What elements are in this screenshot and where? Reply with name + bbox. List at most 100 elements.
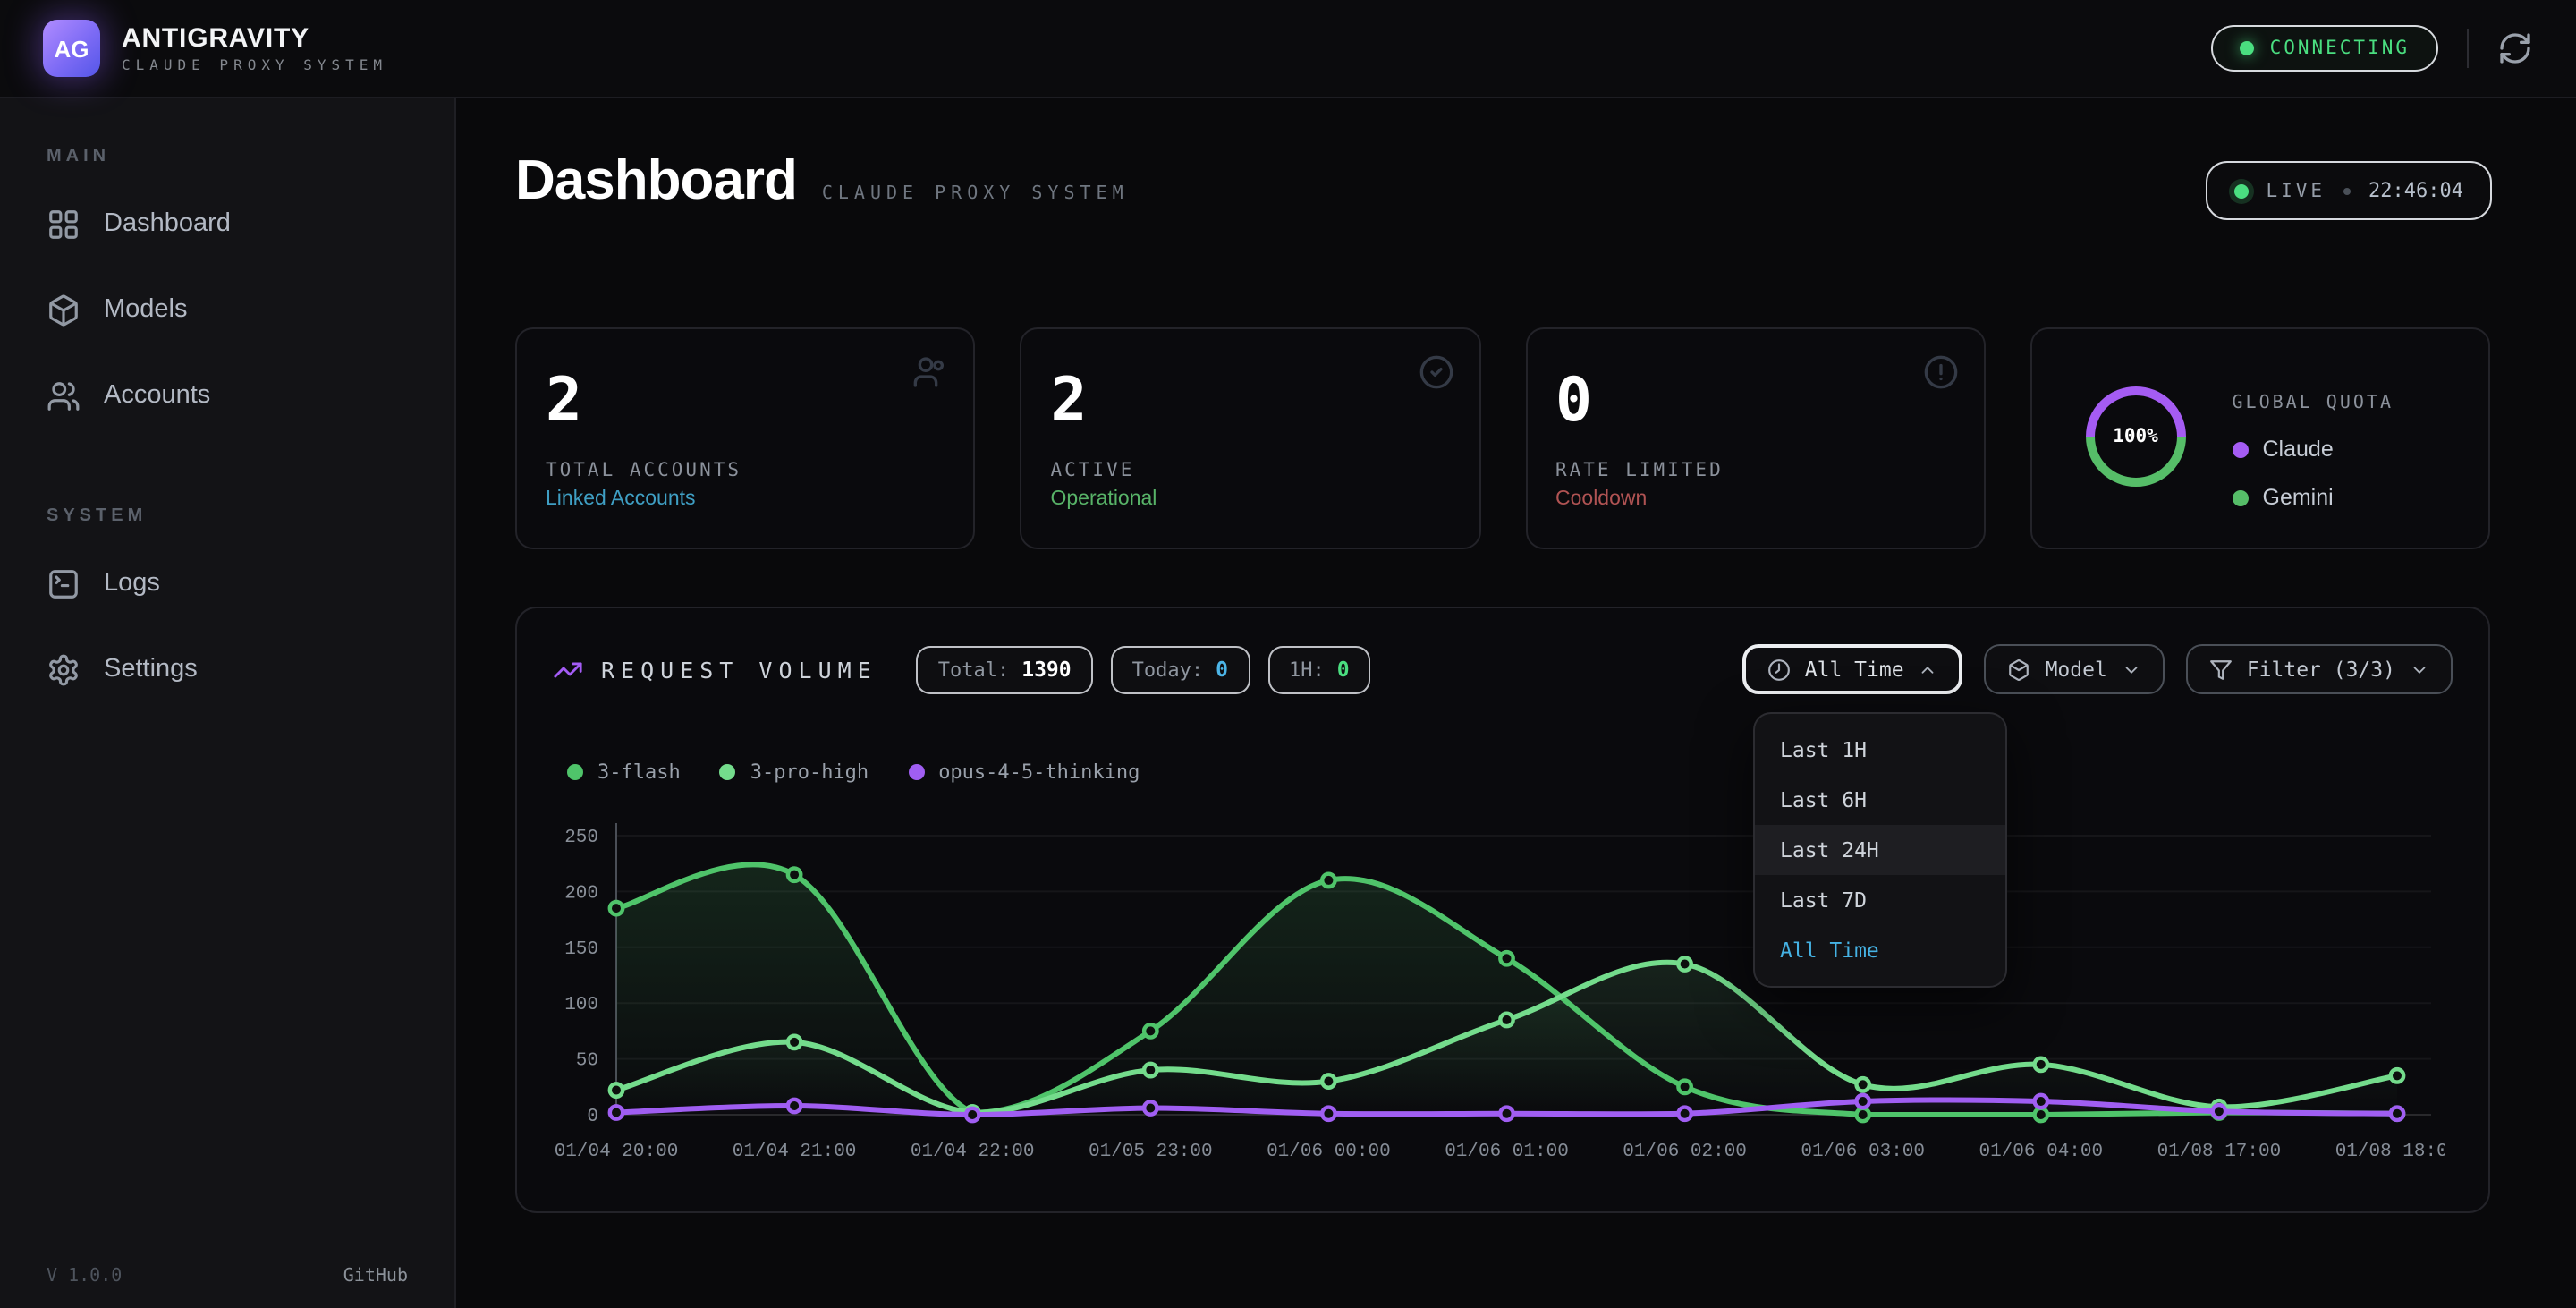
- rate-limited-label: RATE LIMITED: [1555, 460, 1955, 481]
- chart-plot: 05010015020025001/04 20:0001/04 21:0001/…: [553, 802, 2453, 1186]
- page-subtitle: CLAUDE PROXY SYSTEM: [822, 184, 1129, 204]
- card-rate-limited: 0 RATE LIMITED Cooldown: [1525, 327, 1986, 549]
- page-title-row: Dashboard CLAUDE PROXY SYSTEM: [515, 149, 2492, 213]
- check-circle-icon: [1418, 354, 1453, 390]
- rate-limited-sub: Cooldown: [1555, 488, 1955, 510]
- total-accounts-label: TOTAL ACCOUNTS: [546, 460, 945, 481]
- gear-icon: [47, 652, 80, 686]
- app-name: ANTIGRAVITY: [122, 23, 387, 54]
- menu-item-last-1h[interactable]: Last 1H: [1755, 725, 2005, 775]
- filter-button-label: Filter (3/3): [2247, 657, 2395, 682]
- clock-icon: [1767, 658, 1791, 681]
- svg-text:01/06 04:00: 01/06 04:00: [1979, 1142, 2103, 1162]
- quota-legend-gemini: Gemini: [2233, 485, 2394, 510]
- cube-icon: [47, 293, 80, 327]
- time-range-label: All Time: [1805, 657, 1904, 682]
- connection-status-label: CONNECTING: [2270, 38, 2410, 59]
- sidebar-item-dashboard[interactable]: Dashboard: [0, 188, 454, 259]
- claude-dot: [2233, 441, 2249, 457]
- menu-item-all-time[interactable]: All Time: [1755, 925, 2005, 975]
- legend-label: 3-flash: [597, 760, 681, 784]
- sidebar-item-label: Models: [104, 295, 188, 324]
- sidebar-item-label: Dashboard: [104, 209, 231, 238]
- sidebar-item-models[interactable]: Models: [0, 274, 454, 345]
- brand-block: ANTIGRAVITY CLAUDE PROXY SYSTEM: [122, 23, 387, 73]
- total-pill-value: 1390: [1021, 657, 1071, 682]
- time-range-button[interactable]: All Time: [1742, 644, 1963, 694]
- menu-item-last-7d[interactable]: Last 7D: [1755, 875, 2005, 925]
- total-pill-label: Total:: [938, 658, 1010, 681]
- request-volume-card: REQUEST VOLUME Total: 1390 Today: 0 1H: …: [515, 607, 2490, 1213]
- today-pill-label: Today:: [1132, 658, 1204, 681]
- chevron-up-icon: [1919, 659, 1938, 679]
- trending-up-icon: [553, 654, 583, 684]
- connection-status-dot: [2240, 41, 2254, 55]
- sidebar-section-system: SYSTEM: [0, 506, 454, 526]
- app-root: AG ANTIGRAVITY CLAUDE PROXY SYSTEM CONNE…: [0, 0, 2576, 1308]
- live-separator-dot: [2343, 187, 2351, 194]
- funnel-icon: [2209, 658, 2233, 681]
- model-button-label: Model: [2046, 657, 2107, 682]
- live-label: LIVE: [2266, 180, 2326, 201]
- active-sub: Operational: [1051, 488, 1451, 510]
- filter-button[interactable]: Filter (3/3): [2186, 644, 2453, 694]
- svg-text:01/06 03:00: 01/06 03:00: [1801, 1142, 1925, 1162]
- svg-text:01/04 20:00: 01/04 20:00: [555, 1142, 679, 1162]
- quota-ring: 100%: [2082, 383, 2190, 490]
- request-volume-chart: 05010015020025001/04 20:0001/04 21:0001/…: [553, 802, 2445, 1177]
- svg-text:01/04 21:00: 01/04 21:00: [733, 1142, 857, 1162]
- active-label: ACTIVE: [1051, 460, 1451, 481]
- sidebar-item-logs[interactable]: Logs: [0, 548, 454, 619]
- app-subtitle: CLAUDE PROXY SYSTEM: [122, 57, 387, 73]
- active-value: 2: [1051, 370, 1451, 431]
- header-divider: [2467, 29, 2469, 68]
- svg-text:01/04 22:00: 01/04 22:00: [911, 1142, 1035, 1162]
- page-title: Dashboard: [515, 149, 797, 213]
- app-logo-text: AG: [55, 35, 89, 62]
- svg-text:200: 200: [564, 883, 598, 904]
- alert-circle-icon: [1923, 354, 1959, 390]
- github-link[interactable]: GitHub: [343, 1267, 408, 1287]
- sidebar-item-label: Logs: [104, 569, 160, 598]
- chevron-down-icon: [2410, 659, 2429, 679]
- sidebar: MAIN Dashboard Models Accounts SYSTEM: [0, 98, 456, 1308]
- model-button[interactable]: Model: [1985, 644, 2165, 694]
- card-total-accounts: 2 TOTAL ACCOUNTS Linked Accounts: [515, 327, 976, 549]
- svg-text:01/05 23:00: 01/05 23:00: [1089, 1142, 1213, 1162]
- stat-pills: Total: 1390 Today: 0 1H: 0: [917, 645, 1371, 693]
- grid-icon: [47, 207, 80, 241]
- one-hour-pill-value: 0: [1337, 657, 1350, 682]
- one-hour-pill-label: 1H:: [1289, 658, 1325, 681]
- request-volume-title: REQUEST VOLUME: [601, 656, 877, 683]
- svg-text:01/06 02:00: 01/06 02:00: [1623, 1142, 1747, 1162]
- users-icon: [47, 378, 80, 412]
- terminal-icon: [47, 566, 80, 600]
- svg-text:01/08 17:00: 01/08 17:00: [2157, 1142, 2282, 1162]
- menu-item-last-6h[interactable]: Last 6H: [1755, 775, 2005, 825]
- legend-item-3-pro-high: 3-pro-high: [720, 760, 869, 784]
- legend-label: 3-pro-high: [750, 760, 869, 784]
- today-pill: Today: 0: [1111, 645, 1250, 693]
- gemini-dot: [2233, 489, 2249, 505]
- refresh-icon[interactable]: [2497, 30, 2533, 66]
- svg-text:250: 250: [564, 828, 598, 848]
- sidebar-item-accounts[interactable]: Accounts: [0, 360, 454, 431]
- sidebar-item-label: Settings: [104, 655, 198, 684]
- connection-status-badge: CONNECTING: [2211, 25, 2438, 72]
- menu-item-last-24h[interactable]: Last 24H: [1755, 825, 2005, 875]
- request-volume-header: REQUEST VOLUME Total: 1390 Today: 0 1H: …: [553, 644, 2453, 694]
- top-header: AG ANTIGRAVITY CLAUDE PROXY SYSTEM CONNE…: [0, 0, 2576, 98]
- sidebar-item-settings[interactable]: Settings: [0, 633, 454, 705]
- time-range-menu: Last 1H Last 6H Last 24H Last 7D All Tim…: [1753, 712, 2007, 988]
- svg-text:01/06 01:00: 01/06 01:00: [1445, 1142, 1569, 1162]
- version-label: V 1.0.0: [47, 1267, 122, 1287]
- card-global-quota: 100% GLOBAL QUOTA Claude Gemini: [2030, 327, 2491, 549]
- svg-text:150: 150: [564, 939, 598, 960]
- quota-percent: 100%: [2082, 383, 2190, 490]
- box-icon: [2008, 658, 2031, 681]
- header-right: CONNECTING: [2211, 25, 2533, 72]
- sidebar-footer: V 1.0.0 GitHub: [47, 1267, 408, 1287]
- legend-dot: [567, 764, 583, 780]
- today-pill-value: 0: [1216, 657, 1228, 682]
- rate-limited-value: 0: [1555, 370, 1955, 431]
